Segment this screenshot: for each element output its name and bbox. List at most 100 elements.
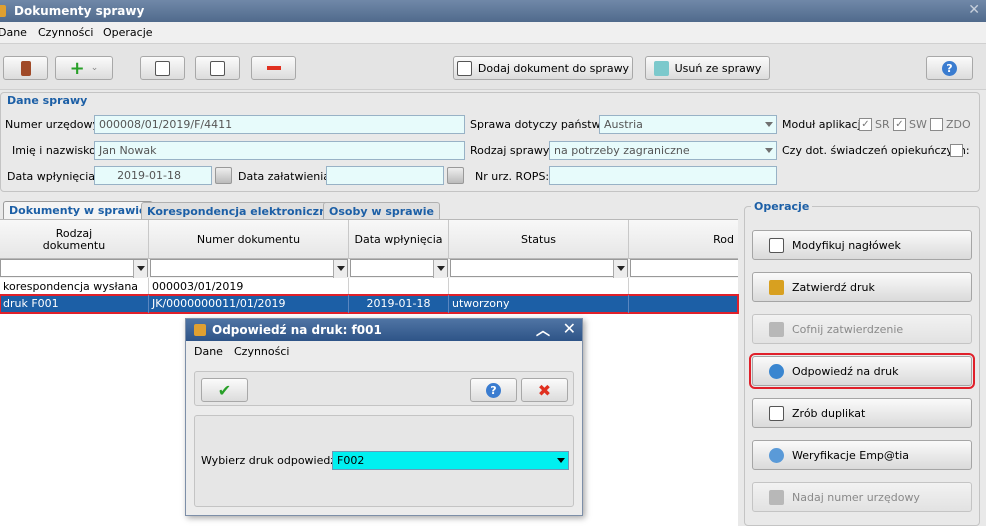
closed-date-field[interactable] (326, 166, 444, 185)
close-icon[interactable]: ✕ (563, 319, 576, 338)
country-select[interactable]: Austria (599, 115, 777, 134)
care-benefit-label: Czy dot. świadczeń opiekuńczych: (782, 144, 970, 157)
exit-button[interactable] (3, 56, 48, 80)
tab-persons[interactable]: Osoby w sprawie (323, 202, 440, 219)
collapse-icon[interactable]: ︿ (536, 320, 550, 340)
globe-icon (769, 447, 784, 463)
received-date-field[interactable]: 2019-01-18 (94, 166, 212, 185)
refresh-icon (769, 363, 784, 379)
duplicate-button[interactable]: Zrób duplikat (752, 398, 972, 428)
filter-field[interactable] (150, 259, 348, 278)
filter-field[interactable] (450, 259, 628, 278)
window-title: Dokumenty sprawy (14, 4, 145, 18)
received-date-label: Data wpłynięcia: (7, 170, 99, 183)
dialog-menu-dane[interactable]: Dane (194, 345, 223, 358)
cancel-button[interactable]: ✖ (521, 378, 568, 402)
help-icon: ? (942, 60, 957, 76)
modules-label: Moduł aplikacji: (782, 118, 868, 131)
edit-button[interactable] (195, 56, 240, 80)
remove-from-case-button[interactable]: Usuń ze sprawy (645, 56, 770, 80)
name-label: Imię i nazwisko: (12, 144, 100, 157)
column-header[interactable]: Data wpłynięcia (349, 220, 449, 260)
cross-icon: ✖ (537, 380, 552, 400)
case-type-value: na potrzeby zagraniczne (554, 144, 690, 157)
op-label: Weryfikacje Emp@tia (792, 448, 910, 462)
grid-header: Rodzaj dokumentu Numer dokumentu Data wp… (0, 219, 738, 260)
assign-official-number-button[interactable]: Nadaj numer urzędowy (752, 482, 972, 512)
module-sr-checkbox[interactable]: ✓ (859, 118, 872, 131)
add-document-label: Dodaj dokument do sprawy (477, 61, 630, 75)
dialog-menu-bar: Dane Czynności (186, 341, 582, 363)
view-button[interactable] (140, 56, 185, 80)
filter-row (0, 259, 738, 278)
revert-approval-button[interactable]: Cofnij zatwierdzenie (752, 314, 972, 344)
module-zdo-checkbox[interactable] (930, 118, 943, 131)
dialog-title: Odpowiedź na druk: f001 (212, 323, 382, 337)
table-row[interactable]: korespondencja wysłana 000003/01/2019 (0, 278, 738, 296)
column-header[interactable]: Rodzaj dokumentu (0, 220, 149, 260)
chevron-down-icon[interactable] (433, 260, 447, 278)
chevron-down-icon (765, 122, 773, 127)
op-label: Zrób duplikat (792, 406, 866, 420)
cell-date: 2019-01-18 (349, 295, 449, 313)
toolbar: + ⌄ Dodaj dokument do sprawy Usuń ze spr… (0, 44, 986, 90)
official-number-field[interactable]: 000008/01/2019/F/4411 (94, 115, 465, 134)
document-icon (155, 60, 170, 76)
dialog-toolbar: ✔ ? ✖ (194, 371, 574, 406)
stamp-icon (769, 279, 784, 295)
delete-button[interactable] (251, 56, 296, 80)
chevron-down-icon[interactable] (613, 260, 627, 278)
reply-to-form-button[interactable]: Odpowiedź na druk (749, 353, 975, 389)
close-icon[interactable]: ✕ (968, 2, 980, 18)
cell-status (449, 278, 629, 296)
add-document-button[interactable]: Dodaj dokument do sprawy (453, 56, 633, 80)
name-field[interactable]: Jan Nowak (94, 141, 465, 160)
menu-dane[interactable]: Dane (0, 26, 27, 39)
empatia-verification-button[interactable]: Weryfikacje Emp@tia (752, 440, 972, 470)
module-sr-label: SR (875, 118, 890, 131)
approve-form-button[interactable]: Zatwierdź druk (752, 272, 972, 302)
dialog-menu-czynnosci[interactable]: Czynności (234, 345, 289, 358)
tab-electronic-correspondence[interactable]: Korespondencja elektroniczna (141, 202, 341, 219)
undo-icon (769, 321, 784, 337)
operations-title: Operacje (751, 200, 813, 213)
stamp-icon (769, 489, 784, 505)
column-header[interactable]: Rod (629, 220, 738, 260)
dialog-titlebar: Odpowiedź na druk: f001 ︿ ✕ (186, 319, 582, 341)
reply-form-value: F002 (337, 454, 365, 467)
filter-field[interactable] (630, 259, 738, 277)
help-button[interactable]: ? (926, 56, 973, 80)
cell-number: 000003/01/2019 (149, 278, 349, 296)
menu-bar: Dane Czynności Operacje (0, 22, 986, 44)
cell-number: JK/0000000011/01/2019 (149, 295, 349, 313)
reply-form-select[interactable]: F002 (332, 451, 569, 470)
care-benefit-checkbox[interactable] (950, 144, 963, 157)
menu-operacje[interactable]: Operacje (103, 26, 153, 39)
modify-header-button[interactable]: Modyfikuj nagłówek (752, 230, 972, 260)
add-button[interactable]: + ⌄ (55, 56, 113, 80)
column-header[interactable]: Status (449, 220, 629, 260)
calendar-icon[interactable] (215, 167, 232, 184)
cell-type: korespondencja wysłana (0, 278, 149, 296)
edit-icon (769, 237, 784, 253)
table-row-selected[interactable]: druk F001 JK/0000000011/01/2019 2019-01-… (0, 294, 739, 314)
confirm-button[interactable]: ✔ (201, 378, 248, 402)
help-button[interactable]: ? (470, 378, 517, 402)
app-icon (0, 5, 6, 17)
filter-field[interactable] (350, 259, 448, 278)
calendar-icon[interactable] (447, 167, 464, 184)
cell-date (349, 278, 449, 296)
tab-documents[interactable]: Dokumenty w sprawie (3, 201, 153, 220)
module-sw-checkbox[interactable]: ✓ (893, 118, 906, 131)
chevron-down-icon[interactable] (333, 260, 347, 278)
rops-field[interactable] (549, 166, 777, 185)
case-type-select[interactable]: na potrzeby zagraniczne (549, 141, 777, 160)
chevron-down-icon[interactable] (133, 260, 147, 278)
cell-type: druk F001 (0, 295, 149, 313)
chevron-down-icon: ⌄ (90, 63, 99, 73)
menu-czynnosci[interactable]: Czynności (38, 26, 93, 39)
filter-field[interactable] (0, 259, 148, 278)
column-header[interactable]: Numer dokumentu (149, 220, 349, 260)
cell-status: utworzony (449, 295, 629, 313)
chevron-down-icon (557, 458, 565, 463)
